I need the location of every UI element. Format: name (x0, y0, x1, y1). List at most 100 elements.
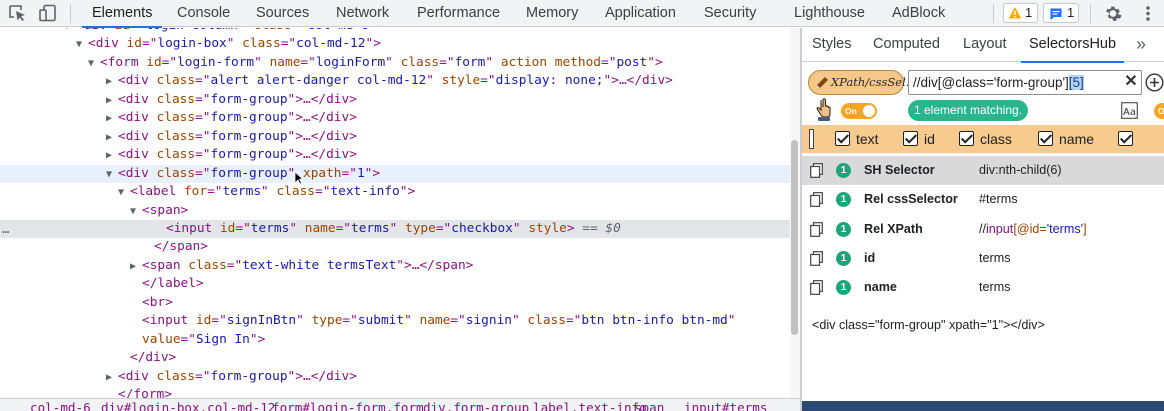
dom-node-line[interactable]: ▶ <div class="form-group">…</div> (0, 146, 790, 164)
tab-layout[interactable]: Layout (963, 28, 1007, 62)
checkbox[interactable] (1118, 131, 1133, 146)
dom-node-line[interactable]: ▼ <label for="terms" class="text-info"> (0, 183, 790, 201)
expand-toggle-icon[interactable]: ▶ (106, 147, 118, 165)
more-tabs-button[interactable]: » (1136, 28, 1146, 62)
text-case-icon[interactable]: Aa (1121, 102, 1138, 119)
attr-checkbox-name[interactable]: name (1038, 130, 1094, 148)
tab-computed[interactable]: Computed (873, 28, 940, 62)
tab-console[interactable]: Console (177, 0, 230, 27)
expand-toggle-icon[interactable]: ▶ (130, 258, 142, 276)
dom-node-line[interactable]: </form> (0, 386, 790, 398)
tag-name: <div (118, 147, 149, 163)
toggle-switch-secondary[interactable]: On (1154, 103, 1164, 119)
breadcrumb-item[interactable]: col-md-6 (30, 400, 91, 411)
expand-toggle-icon[interactable]: ▶ (106, 129, 118, 147)
tag-name: <input (142, 313, 189, 329)
expand-toggle-icon[interactable]: ▶ (106, 369, 118, 387)
gear-icon[interactable] (1103, 4, 1123, 23)
selector-input[interactable]: //div[@class='form-group'][5] (908, 70, 1142, 95)
dom-node-line[interactable]: ▶ <div class="form-group">…</div> (0, 368, 790, 386)
dom-node-line[interactable]: <input id="terms" name="terms" type="che… (0, 219, 790, 239)
scrollbar-thumb[interactable] (791, 140, 798, 335)
selector-value[interactable]: #terms (979, 185, 1018, 214)
dom-node-line[interactable]: ▶ <div class="form-group">…</div> (0, 91, 790, 109)
selector-value[interactable]: //input[@id='terms'] (979, 215, 1087, 244)
copy-icon[interactable] (810, 221, 823, 237)
dom-node-line[interactable]: value="Sign In"> (0, 331, 790, 349)
checkbox[interactable] (835, 131, 850, 146)
tab-styles[interactable]: Styles (812, 28, 852, 62)
expand-toggle-icon[interactable]: ▼ (130, 203, 142, 221)
dom-node-line[interactable]: </span> (0, 238, 790, 256)
selector-result-row[interactable]: 1 name terms (802, 273, 1164, 302)
selector-value[interactable]: div:nth-child(6) (979, 156, 1062, 185)
expand-toggle-icon[interactable]: ▼ (76, 36, 88, 54)
toggle-switch[interactable]: On (841, 103, 877, 119)
row-actions-icon[interactable]: … (2, 220, 9, 238)
dom-node-line[interactable]: ▶ <div class="form-group">…</div> (0, 109, 790, 127)
tab-elements[interactable]: Elements (81, 0, 163, 28)
breadcrumb-item[interactable]: div.form-group (423, 400, 529, 411)
dom-node-line[interactable]: <br> (0, 294, 790, 312)
checkbox[interactable] (959, 131, 974, 146)
messages-badge[interactable]: 1 (1043, 3, 1079, 23)
tab-network[interactable]: Network (336, 0, 389, 27)
tab-lighthouse[interactable]: Lighthouse (794, 0, 865, 27)
tab-adblock[interactable]: AdBlock (892, 0, 945, 27)
dom-node-line[interactable]: </div> (0, 349, 790, 367)
dom-node-line[interactable]: ▼ <div id="login-box" class="col-md-12"> (0, 35, 790, 53)
dom-node-line[interactable]: </label> (0, 275, 790, 293)
selector-value[interactable]: terms (979, 244, 1010, 273)
copy-icon[interactable] (810, 192, 823, 208)
selector-type-button[interactable]: XPath/cssSel.. (808, 70, 913, 95)
copy-icon[interactable] (810, 163, 823, 178)
elements-scrollbar[interactable] (790, 28, 800, 398)
expand-toggle-icon[interactable]: ▼ (118, 184, 130, 202)
breadcrumb-item[interactable]: div#login-box.col-md-12 (101, 400, 275, 411)
expand-toggle-icon[interactable]: ▶ (106, 110, 118, 128)
tab-memory[interactable]: Memory (526, 0, 578, 27)
selector-result-row[interactable]: 1 id terms (802, 244, 1164, 273)
selector-result-row[interactable]: 1 Rel cssSelector #terms (802, 185, 1164, 214)
tab-performance[interactable]: Performance (417, 0, 500, 27)
copy-icon[interactable] (810, 280, 823, 296)
dom-node-line[interactable]: <input id="signInBtn" type="submit" name… (0, 312, 790, 330)
clear-selector-button[interactable]: ✕ (1124, 73, 1138, 91)
elements-tree[interactable]: ▼<div id="login-column" class="col-md-6"… (0, 28, 790, 398)
tab-security[interactable]: Security (704, 0, 756, 27)
breadcrumb-item[interactable]: input#terms (684, 400, 767, 411)
dom-node-line[interactable]: ▼ <span> (0, 202, 790, 220)
warnings-badge[interactable]: 1 (1003, 3, 1038, 23)
hand-pointer-icon[interactable] (814, 98, 834, 122)
checkbox[interactable] (903, 131, 918, 146)
dom-node-line[interactable]: ▶ <div class="form-group">…</div> (0, 128, 790, 146)
expand-toggle-icon[interactable]: ▼ (106, 166, 118, 184)
breadcrumb-item[interactable]: label.text-info (533, 400, 647, 411)
inspect-element-icon[interactable] (8, 4, 28, 23)
tab-selectorshub[interactable]: SelectorsHub (1020, 28, 1125, 63)
attr-checkbox-text[interactable]: text (835, 130, 879, 148)
dom-node-line[interactable]: ▶ <span class="text-white termsText">…</s… (0, 257, 790, 275)
breadcrumb-item[interactable]: form#login-form.form (272, 400, 424, 411)
device-toolbar-icon[interactable] (38, 4, 58, 23)
dom-node-line[interactable]: ▼ <div class="form-group" xpath="1"> (0, 164, 790, 184)
selector-result-row[interactable]: 1 Rel XPath //input[@id='terms'] (802, 215, 1164, 244)
tab-sources[interactable]: Sources (256, 0, 309, 27)
selector-value[interactable]: terms (979, 273, 1010, 302)
attr-checkbox-class[interactable]: class (959, 130, 1012, 148)
tab-application[interactable]: Application (605, 0, 676, 27)
more-options-icon[interactable] (1138, 4, 1158, 23)
expand-toggle-icon[interactable]: ▶ (106, 73, 118, 91)
dom-node-line[interactable]: ▼ <form id="login-form" name="loginForm" … (0, 54, 790, 72)
checkbox[interactable] (1038, 131, 1053, 146)
add-icon[interactable] (1145, 73, 1164, 92)
dom-node-line[interactable]: ▼<div id="login-column" class="col-md-6"… (0, 28, 790, 35)
attr-checkbox-more[interactable] (1118, 130, 1139, 148)
copy-icon[interactable] (810, 250, 823, 266)
attr-checkbox-id[interactable]: id (903, 130, 935, 148)
selector-result-row[interactable]: 1 SH Selector div:nth-child(6) (802, 156, 1164, 185)
breadcrumb-item[interactable]: span (634, 400, 664, 411)
expand-toggle-icon[interactable]: ▶ (106, 92, 118, 110)
expand-toggle-icon[interactable]: ▼ (88, 55, 100, 73)
dom-node-line[interactable]: ▶ <div class="alert alert-danger col-md-1… (0, 72, 790, 90)
